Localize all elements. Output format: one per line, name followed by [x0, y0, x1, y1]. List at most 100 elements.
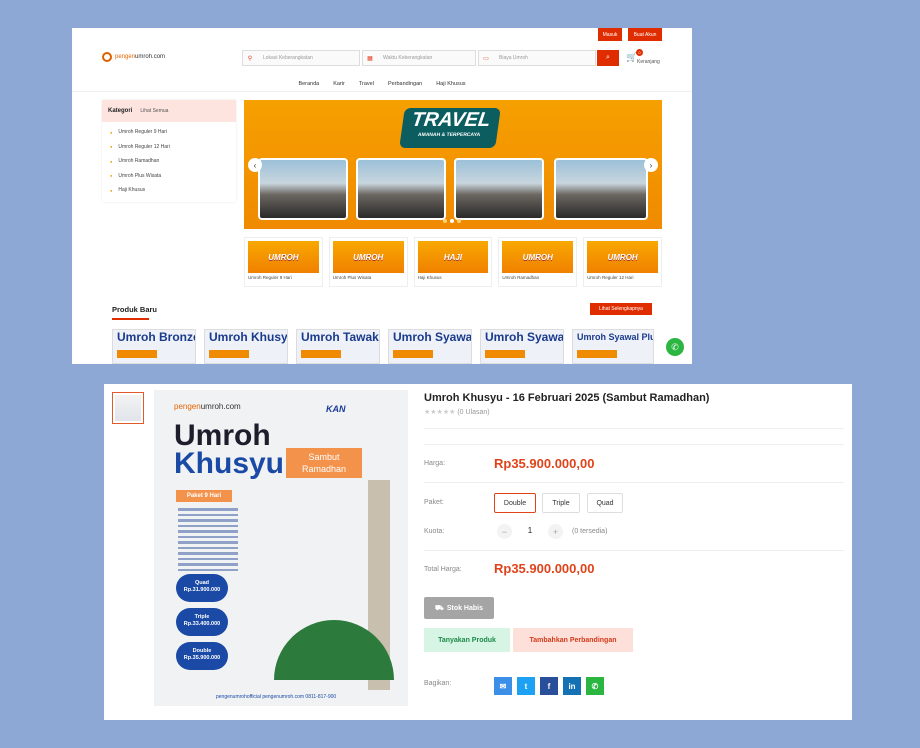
package-option-double[interactable]: Double: [494, 493, 536, 513]
hero-travel-badge: TRAVEL AMANAH & TERPERCAYA: [399, 108, 501, 148]
search-icon: ⌕: [606, 54, 610, 61]
carousel-prev-icon[interactable]: ‹: [248, 158, 262, 172]
category-item[interactable]: ● Umroh Reguler 12 Hari: [102, 140, 236, 155]
location-pin-icon: ⚲: [247, 55, 253, 62]
product-card[interactable]: Umroh Syawal Plus Thaif: [572, 329, 654, 364]
product-rating[interactable]: ★★★★★ (0 Ulasan): [424, 408, 490, 416]
main-nav: Beranda Karir Travel Perbandingan Haji K…: [72, 76, 692, 92]
divider: [424, 550, 844, 551]
stock-available: (0 tersedia): [572, 528, 608, 535]
product-card[interactable]: Umroh Syawal: [480, 329, 564, 364]
cart-button[interactable]: 🛒 0 Keranjang: [626, 49, 660, 65]
hero-photo: [554, 158, 648, 220]
facebook-share-icon[interactable]: f: [540, 677, 558, 695]
out-of-stock-button[interactable]: ⛟ Stok Habis: [424, 597, 494, 619]
product-card[interactable]: Umroh Khusyu: [204, 329, 288, 364]
category-title: Kategori: [108, 108, 133, 114]
search-button[interactable]: ⌕: [597, 50, 619, 66]
poster-subtitle: Sambut Ramadhan: [286, 448, 362, 478]
poster-title-line2: Khusyu: [174, 447, 285, 480]
nav-karir[interactable]: Karir: [333, 81, 345, 87]
whatsapp-icon[interactable]: ✆: [666, 338, 684, 356]
price-label: Harga:: [424, 460, 446, 467]
product-card[interactable]: Umroh Bronze: [112, 329, 196, 364]
category-tile[interactable]: UMROH Umroh Plus Wisata: [328, 237, 408, 287]
title-underline: [112, 318, 149, 320]
new-products-section: Produk Baru Lihat Selengkapnya Umroh Bro…: [102, 296, 662, 364]
date-select[interactable]: ▦ Waktu Keberangkatan: [362, 50, 476, 66]
new-products-title: Produk Baru: [112, 305, 158, 314]
add-comparison-button[interactable]: Tambahkan Perbandingan: [513, 628, 633, 652]
price-select[interactable]: ▭ Biaya Umroh: [478, 50, 596, 66]
nav-beranda[interactable]: Beranda: [298, 81, 319, 87]
nav-travel[interactable]: Travel: [359, 81, 374, 87]
product-detail-window: pengenumroh.com KAN Umroh Khusyu Sambut …: [104, 384, 852, 720]
product-poster-image: pengenumroh.com KAN Umroh Khusyu Sambut …: [154, 390, 408, 706]
category-see-all[interactable]: Lihat Semua: [140, 108, 168, 114]
ask-product-button[interactable]: Tanyakan Produk: [424, 628, 510, 652]
register-button[interactable]: Buat Akun: [628, 28, 662, 41]
product-card[interactable]: Umroh Syawal: [388, 329, 472, 364]
email-share-icon[interactable]: ✉: [494, 677, 512, 695]
calendar-icon: ▦: [367, 55, 373, 62]
category-item[interactable]: ● Haji Khusus: [102, 183, 236, 198]
category-tile[interactable]: UMROH Umroh Reguler 9 Hari: [244, 237, 323, 287]
category-tile[interactable]: UMROH Umroh Ramadhan: [498, 237, 578, 287]
divider: [424, 444, 844, 445]
cart-count: 0: [636, 49, 643, 56]
cart-label: Keranjang: [637, 59, 660, 65]
package-label: Paket:: [424, 499, 444, 506]
product-thumbnail[interactable]: [112, 392, 144, 424]
cart-icon: ⛟: [435, 604, 444, 612]
star-icons: ★★★★★: [424, 409, 456, 416]
poster-logo: pengenumroh.com: [174, 402, 241, 411]
nav-perbandingan[interactable]: Perbandingan: [388, 81, 422, 87]
category-item[interactable]: ● Umroh Reguler 9 Hari: [102, 125, 236, 140]
nav-haji-khusus[interactable]: Haji Khusus: [436, 81, 465, 87]
category-tile[interactable]: UMROH Umroh Reguler 12 Hari: [583, 237, 662, 287]
carousel-dots[interactable]: [443, 219, 461, 223]
homepage-window: Masuk Buat Akun pengenumroh.com ⚲ Lokasi…: [72, 28, 692, 364]
package-option-quad[interactable]: Quad: [587, 493, 623, 513]
price-value: Rp35.900.000,00: [494, 456, 595, 471]
logo-icon: [102, 52, 112, 62]
linkedin-share-icon[interactable]: in: [563, 677, 581, 695]
divider: [424, 482, 844, 483]
poster-title-line1: Umroh: [174, 419, 271, 452]
hero-photo: [258, 158, 348, 220]
divider: [424, 428, 844, 429]
quantity-plus-button[interactable]: +: [548, 524, 563, 539]
poster-triple-price: Triple Rp.33.400.000: [176, 608, 228, 636]
quantity-value[interactable]: 1: [524, 526, 536, 535]
share-label: Bagikan:: [424, 680, 452, 687]
category-panel: Kategori Lihat Semua ● Umroh Reguler 9 Har…: [102, 100, 236, 202]
whatsapp-share-icon[interactable]: ✆: [586, 677, 604, 695]
category-tiles: UMROH Umroh Reguler 9 Hari UMROH Umroh Plu…: [244, 237, 662, 287]
hero-photo: [356, 158, 446, 220]
see-more-button[interactable]: Lihat Selengkapnya: [590, 303, 652, 315]
login-button[interactable]: Masuk: [598, 28, 622, 41]
category-tile[interactable]: HAJI Haji Khusus: [413, 237, 493, 287]
kan-logo: KAN: [326, 404, 346, 414]
poster-footer: pengenumrohofficial pengenumroh.com 0811…: [216, 694, 337, 700]
poster-feature-list: [178, 508, 238, 574]
quantity-minus-button[interactable]: −: [497, 524, 512, 539]
category-item[interactable]: ● Umroh Ramadhan: [102, 154, 236, 169]
twitter-share-icon[interactable]: t: [517, 677, 535, 695]
carousel-next-icon[interactable]: ›: [644, 158, 658, 172]
location-select[interactable]: ⚲ Lokasi Keberangkatan: [242, 50, 360, 66]
site-logo[interactable]: pengenumroh.com: [102, 52, 165, 62]
product-title: Umroh Khusyu - 16 Februari 2025 (Sambut …: [424, 392, 710, 404]
poster-double-price: Double Rp.35.900.000: [176, 642, 228, 670]
product-card[interactable]: Umroh Tawakal: [296, 329, 380, 364]
total-label: Total Harga:: [424, 566, 462, 573]
poster-quad-price: Quad Rp.31.900.000: [176, 574, 228, 602]
total-price: Rp35.900.000,00: [494, 561, 595, 576]
hero-banner[interactable]: TRAVEL AMANAH & TERPERCAYA ‹ ›: [244, 100, 662, 229]
category-item[interactable]: ● Umroh Plus Wisata: [102, 169, 236, 184]
poster-package-badge: Paket 9 Hari: [176, 490, 232, 502]
quota-label: Kuota:: [424, 528, 445, 535]
wallet-icon: ▭: [483, 55, 489, 62]
hero-photo: [454, 158, 544, 220]
package-option-triple[interactable]: Triple: [542, 493, 580, 513]
